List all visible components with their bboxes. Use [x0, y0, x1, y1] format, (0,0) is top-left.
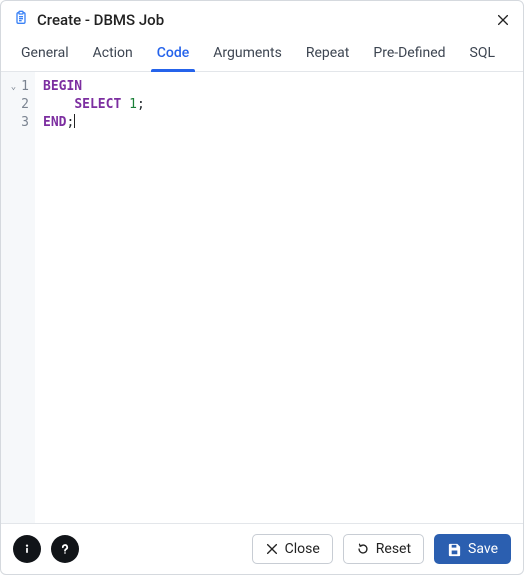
close-icon[interactable] — [495, 12, 511, 28]
help-button[interactable] — [51, 535, 79, 563]
tab-sql[interactable]: SQL — [458, 37, 507, 71]
tab-arguments[interactable]: Arguments — [201, 37, 294, 71]
code-line: END; — [43, 114, 515, 132]
line-number: ⌄1 — [9, 78, 29, 96]
tab-pre-defined[interactable]: Pre-Defined — [361, 37, 457, 71]
tab-general[interactable]: General — [9, 37, 81, 71]
tab-code[interactable]: Code — [145, 37, 201, 71]
line-number: 3 — [9, 114, 29, 132]
code-editor[interactable]: ⌄123 BEGIN SELECT 1;END; — [1, 72, 523, 524]
tab-bar: GeneralActionCodeArgumentsRepeatPre-Defi… — [1, 37, 523, 72]
code-area[interactable]: BEGIN SELECT 1;END; — [35, 72, 523, 523]
title-bar: Create - DBMS Job — [1, 1, 523, 37]
close-button-label: Close — [285, 541, 320, 557]
clipboard-icon — [13, 9, 29, 31]
line-number: 2 — [9, 96, 29, 114]
code-line: SELECT 1; — [43, 96, 515, 114]
chevron-down-icon[interactable]: ⌄ — [11, 78, 16, 96]
info-button[interactable] — [13, 535, 41, 563]
dbms-job-dialog: Create - DBMS Job GeneralActionCodeArgum… — [0, 0, 524, 575]
tab-repeat[interactable]: Repeat — [294, 37, 362, 71]
text-cursor — [74, 114, 75, 128]
tab-action[interactable]: Action — [81, 37, 145, 71]
reset-button[interactable]: Reset — [343, 534, 424, 564]
save-button[interactable]: Save — [434, 534, 511, 564]
line-number-gutter: ⌄123 — [1, 72, 35, 523]
code-line: BEGIN — [43, 78, 515, 96]
dialog-footer: Close Reset Save — [1, 524, 523, 574]
save-button-label: Save — [468, 541, 498, 557]
dialog-title: Create - DBMS Job — [37, 11, 164, 29]
close-button[interactable]: Close — [252, 534, 333, 564]
reset-button-label: Reset — [376, 541, 411, 557]
